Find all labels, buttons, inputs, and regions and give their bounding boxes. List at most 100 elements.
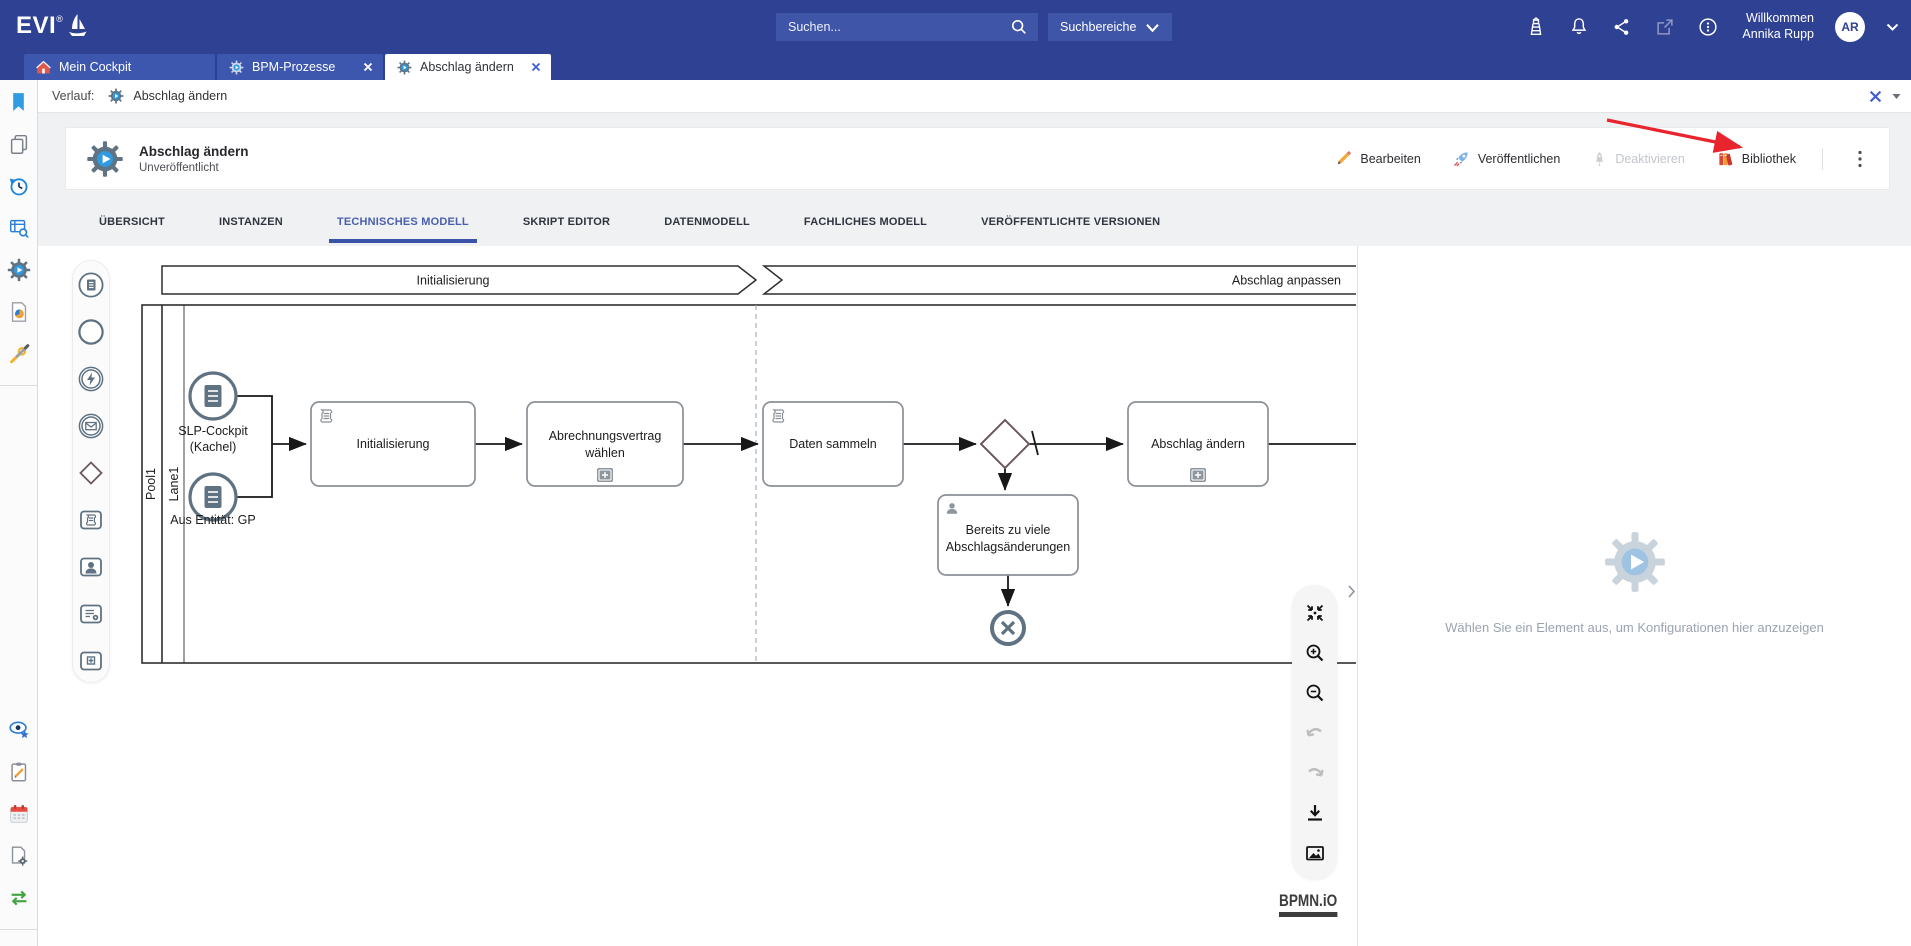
tab-instanzen[interactable]: INSTANZEN <box>211 216 291 243</box>
calendar-icon[interactable] <box>6 801 32 827</box>
tab-veroeffentlichte-versionen[interactable]: VERÖFFENTLICHTE VERSIONEN <box>973 216 1168 243</box>
tab-uebersicht[interactable]: ÜBERSICHT <box>91 216 173 243</box>
avatar-initials: AR <box>1841 20 1858 34</box>
pages-icon[interactable] <box>6 131 32 157</box>
repeat-icon[interactable] <box>6 885 32 911</box>
tab-mein-cockpit[interactable]: Mein Cockpit <box>24 54 215 80</box>
more-actions-button[interactable] <box>1849 148 1871 170</box>
watch-eye-icon[interactable] <box>6 717 32 743</box>
tab-fachliches-modell[interactable]: FACHLICHES MODELL <box>796 216 935 243</box>
palette-intermediate-event[interactable] <box>76 364 106 394</box>
export-image-icon[interactable] <box>1298 833 1332 873</box>
start-event-aus-entitaet-gp[interactable]: Aus Entität: GP <box>170 474 255 527</box>
tab-skript-editor[interactable]: SKRIPT EDITOR <box>515 216 618 243</box>
evi-logo[interactable]: EVI ® <box>16 11 89 44</box>
bookmark-icon[interactable] <box>6 89 32 115</box>
user-menu-chevron-icon[interactable] <box>1886 22 1899 32</box>
task-label: Abschlag ändern <box>1151 437 1245 451</box>
milestone-band-initialisierung[interactable]: Initialisierung <box>162 266 756 294</box>
zoom-out-icon[interactable] <box>1298 673 1332 713</box>
task-abrechnungsvertrag-waehlen[interactable]: Abrechnungsvertrag wählen <box>527 402 683 486</box>
tab-abschlag-aendern[interactable]: Abschlag ändern <box>385 54 551 80</box>
sidebar-divider <box>0 929 37 930</box>
zoom-in-icon[interactable] <box>1298 633 1332 673</box>
task-initialisierung[interactable]: Initialisierung <box>311 402 475 486</box>
palette-form-start-event[interactable] <box>76 270 106 300</box>
library-books-icon <box>1717 150 1734 167</box>
search-input[interactable] <box>788 20 1008 34</box>
palette-message-event[interactable] <box>76 411 106 441</box>
default-flow-marker <box>1032 431 1038 455</box>
history-icon[interactable] <box>6 173 32 199</box>
palette-gateway[interactable] <box>76 458 106 488</box>
tab-label: Abschlag ändern <box>420 60 514 74</box>
subprocess-marker <box>1190 468 1206 482</box>
close-icon[interactable] <box>1869 90 1882 103</box>
panel-collapse-chevron-icon[interactable] <box>1347 584 1356 604</box>
search-scope-button[interactable]: Suchbereiche <box>1048 13 1172 41</box>
canvas-toolbar <box>1292 585 1337 879</box>
task-abschlag-aendern[interactable]: Abschlag ändern <box>1128 402 1268 486</box>
task-daten-sammeln[interactable]: Daten sammeln <box>763 402 903 486</box>
close-icon[interactable] <box>531 62 541 72</box>
publish-button[interactable]: Veröffentlichen <box>1453 150 1560 167</box>
tab-datenmodell[interactable]: DATENMODELL <box>656 216 758 243</box>
avatar[interactable]: AR <box>1835 12 1865 42</box>
exclusive-gateway[interactable] <box>981 420 1029 468</box>
search-icon[interactable] <box>1008 16 1030 38</box>
process-gear-icon[interactable] <box>6 257 32 283</box>
action-label: Bibliothek <box>1742 152 1796 166</box>
kebab-menu-icon <box>1858 150 1862 168</box>
palette-user-task[interactable] <box>76 552 106 582</box>
evi-application: EVI ® Suchbereiche <box>0 0 1911 946</box>
circle-menu-icon[interactable] <box>1697 16 1719 38</box>
palette-script-task[interactable] <box>76 505 106 535</box>
edit-button[interactable]: Bearbeiten <box>1335 150 1420 167</box>
process-title: Abschlag ändern <box>139 144 249 159</box>
milestone-band-abschlag-anpassen[interactable]: Abschlag anpassen <box>764 266 1356 294</box>
share-icon[interactable] <box>1611 16 1633 38</box>
task-label-line2: wählen <box>584 446 625 460</box>
palette-start-event[interactable] <box>76 317 106 347</box>
configuration-panel: Wählen Sie ein Element aus, um Konfigura… <box>1357 246 1911 946</box>
logo-text: EVI <box>16 11 56 41</box>
welcome-line1: Willkommen <box>1742 11 1814 27</box>
caret-down-icon[interactable] <box>1892 93 1901 100</box>
close-icon[interactable] <box>363 62 373 72</box>
clipboard-edit-icon[interactable] <box>6 759 32 785</box>
tab-technisches-modell[interactable]: TECHNISCHES MODELL <box>329 216 477 243</box>
top-bar: EVI ® Suchbereiche <box>0 0 1911 80</box>
actions-divider <box>1822 148 1823 170</box>
document-gear-icon[interactable] <box>6 843 32 869</box>
library-button[interactable]: Bibliothek <box>1717 150 1796 167</box>
task-bereits-zu-viele-abschlagsaenderungen[interactable]: Bereits zu viele Abschlagsänderungen <box>938 495 1078 575</box>
lighthouse-icon[interactable] <box>1525 16 1547 38</box>
rocket-gray-icon <box>1592 150 1607 167</box>
bpmn-io-watermark[interactable]: BPMN.iO <box>1279 891 1352 917</box>
tab-bpm-prozesse[interactable]: BPM-Prozesse <box>217 54 383 80</box>
cancel-end-event[interactable] <box>992 612 1024 644</box>
subprocess-marker <box>597 468 613 482</box>
bpmn-canvas[interactable]: Initialisierung Abschlag anpassen <box>38 246 1357 946</box>
history-item-label: Abschlag ändern <box>133 89 227 103</box>
process-header-card: Abschlag ändern Unveröffentlicht Bearbei… <box>65 127 1890 190</box>
start-event-slp-cockpit[interactable]: SLP-Cockpit (Kachel) <box>178 373 248 454</box>
history-label: Verlauf: <box>52 89 94 103</box>
fit-viewport-icon[interactable] <box>1298 593 1332 633</box>
event-label-line2: (Kachel) <box>190 440 237 454</box>
table-search-icon[interactable] <box>6 215 32 241</box>
welcome-text: Willkommen Annika Rupp <box>1742 11 1814 42</box>
action-label: Bearbeiten <box>1360 152 1420 166</box>
bell-icon[interactable] <box>1568 16 1590 38</box>
download-icon[interactable] <box>1298 793 1332 833</box>
tools-icon[interactable] <box>6 341 32 367</box>
history-item-abschlag-aendern[interactable]: Abschlag ändern <box>108 88 227 104</box>
history-bar: Verlauf: Abschlag ändern <box>38 80 1911 113</box>
pencil-icon <box>1335 150 1352 167</box>
sidebar-divider <box>0 385 37 386</box>
work-row: Initialisierung Abschlag anpassen <box>38 246 1911 946</box>
report-document-icon[interactable] <box>6 299 32 325</box>
palette-subprocess[interactable] <box>76 646 106 676</box>
palette-service-task[interactable] <box>76 599 106 629</box>
action-label: Deaktivieren <box>1615 152 1684 166</box>
